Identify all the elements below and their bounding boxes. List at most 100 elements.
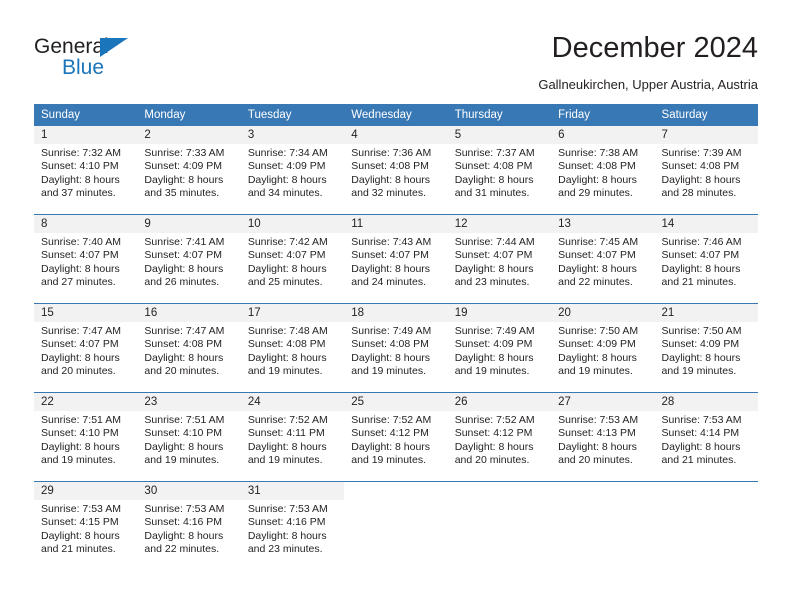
day-cell-content[interactable]: 24 Sunrise: 7:52 AM Sunset: 4:11 PM Dayligh… [240, 393, 345, 482]
sunrise-time: Sunrise: 7:32 AM [41, 147, 121, 159]
sunset-time: Sunset: 4:07 PM [247, 249, 326, 262]
daylight-duration-line1: Daylight: 8 hours [41, 529, 120, 542]
daylight-duration-line1: Daylight: 8 hours [558, 351, 637, 364]
day-cell-content[interactable]: 10 Sunrise: 7:42 AM Sunset: 4:07 PM Dayligh… [240, 215, 345, 304]
day-cell-empty [655, 482, 758, 570]
sunrise-time: Sunrise: 7:53 AM [41, 503, 121, 515]
calendar-day-cell: 28 Sunrise: 7:53 AM Sunset: 4:14 PM Dayligh… [654, 392, 758, 482]
calendar-day-cell: 6 Sunrise: 7:38 AM Sunset: 4:08 PM Daylight… [551, 126, 655, 215]
logo-text-general: General [34, 35, 109, 58]
sunset-time: Sunset: 4:16 PM [144, 516, 223, 529]
sunrise-time: Sunrise: 7:36 AM [351, 147, 432, 159]
day-number: 10 [240, 215, 345, 233]
sunrise-time: Sunrise: 7:53 AM [247, 503, 328, 515]
daylight-duration-line1: Daylight: 8 hours [247, 173, 327, 186]
daylight-duration-line1: Daylight: 8 hours [41, 351, 120, 364]
sunset-time: Sunset: 4:08 PM [661, 160, 740, 173]
day-number: 18 [344, 304, 448, 322]
day-cell-content[interactable]: 29 Sunrise: 7:53 AM Sunset: 4:15 PM Dayligh… [34, 482, 138, 570]
daylight-duration-line2: and 24 minutes. [351, 275, 426, 288]
day-cell-content[interactable]: 22 Sunrise: 7:51 AM Sunset: 4:10 PM Dayligh… [34, 393, 138, 482]
sunset-time: Sunset: 4:08 PM [247, 338, 326, 351]
day-cell-content[interactable]: 8 Sunrise: 7:40 AM Sunset: 4:07 PM Daylight… [34, 215, 138, 304]
day-cell-content[interactable]: 5 Sunrise: 7:37 AM Sunset: 4:08 PM Daylight… [447, 126, 552, 214]
sunrise-time: Sunrise: 7:40 AM [41, 236, 121, 248]
sunrise-time: Sunrise: 7:41 AM [144, 236, 225, 248]
day-cell-content[interactable]: 1 Sunrise: 7:32 AM Sunset: 4:10 PM Daylight… [34, 126, 138, 214]
page-title: December 2024 [551, 32, 758, 64]
daylight-duration-line1: Daylight: 8 hours [661, 440, 741, 453]
day-cell-content[interactable]: 23 Sunrise: 7:51 AM Sunset: 4:10 PM Dayligh… [137, 393, 241, 482]
day-cell-content[interactable]: 13 Sunrise: 7:45 AM Sunset: 4:07 PM Dayligh… [551, 215, 655, 304]
sunrise-time: Sunrise: 7:46 AM [661, 236, 742, 248]
day-number: 15 [34, 304, 138, 322]
calendar-body: 1 Sunrise: 7:32 AM Sunset: 4:10 PM Daylight… [34, 126, 758, 570]
sunset-time: Sunset: 4:09 PM [661, 338, 740, 351]
day-number: 2 [137, 126, 241, 144]
sunset-time: Sunset: 4:07 PM [144, 249, 223, 262]
day-details: Sunrise: 7:47 AM Sunset: 4:08 PM Daylight:… [137, 322, 240, 378]
sunrise-time: Sunrise: 7:50 AM [558, 325, 639, 337]
day-cell-content[interactable]: 11 Sunrise: 7:43 AM Sunset: 4:07 PM Dayligh… [344, 215, 448, 304]
daylight-duration-line2: and 25 minutes. [247, 275, 323, 288]
day-cell-content[interactable]: 21 Sunrise: 7:50 AM Sunset: 4:09 PM Dayligh… [654, 304, 758, 393]
day-cell-content[interactable]: 31 Sunrise: 7:53 AM Sunset: 4:16 PM Dayligh… [240, 482, 345, 570]
generalblue-logo[interactable]: General Blue [34, 36, 194, 88]
weekday-header-thursday: Thursday [447, 104, 552, 126]
daylight-duration-line2: and 21 minutes. [661, 275, 737, 288]
day-cell-content[interactable]: 19 Sunrise: 7:49 AM Sunset: 4:09 PM Dayligh… [447, 304, 552, 393]
sunset-time: Sunset: 4:08 PM [454, 160, 533, 173]
daylight-duration-line2: and 20 minutes. [454, 453, 530, 466]
day-number: 29 [34, 482, 138, 500]
day-cell-content[interactable]: 25 Sunrise: 7:52 AM Sunset: 4:12 PM Dayligh… [344, 393, 448, 482]
day-cell-content[interactable]: 14 Sunrise: 7:46 AM Sunset: 4:07 PM Dayligh… [654, 215, 758, 304]
day-cell-content[interactable]: 2 Sunrise: 7:33 AM Sunset: 4:09 PM Daylight… [137, 126, 241, 214]
daylight-duration-line2: and 37 minutes. [41, 186, 116, 199]
day-cell-content[interactable]: 28 Sunrise: 7:53 AM Sunset: 4:14 PM Dayligh… [654, 393, 758, 482]
day-cell-content[interactable]: 17 Sunrise: 7:48 AM Sunset: 4:08 PM Dayligh… [240, 304, 345, 393]
day-cell-content[interactable]: 16 Sunrise: 7:47 AM Sunset: 4:08 PM Dayligh… [137, 304, 241, 393]
triangle-icon [100, 38, 128, 57]
day-cell-content[interactable]: 15 Sunrise: 7:47 AM Sunset: 4:07 PM Dayligh… [34, 304, 138, 393]
weekday-header-friday: Friday [551, 104, 655, 126]
sunrise-time: Sunrise: 7:38 AM [558, 147, 639, 159]
weekday-header-sunday: Sunday [34, 104, 138, 126]
weekday-header-saturday: Saturday [654, 104, 758, 126]
day-number: 3 [240, 126, 345, 144]
day-cell-content[interactable]: 9 Sunrise: 7:41 AM Sunset: 4:07 PM Daylight… [137, 215, 241, 304]
daylight-duration-line1: Daylight: 8 hours [144, 351, 224, 364]
sunset-time: Sunset: 4:08 PM [351, 338, 429, 351]
day-cell-content[interactable]: 12 Sunrise: 7:44 AM Sunset: 4:07 PM Dayligh… [447, 215, 552, 304]
sunset-time: Sunset: 4:10 PM [41, 160, 119, 173]
sunrise-time: Sunrise: 7:39 AM [661, 147, 742, 159]
day-cell-content[interactable]: 18 Sunrise: 7:49 AM Sunset: 4:08 PM Dayligh… [344, 304, 448, 393]
day-number: 21 [654, 304, 758, 322]
day-cell-content[interactable]: 7 Sunrise: 7:39 AM Sunset: 4:08 PM Daylight… [654, 126, 758, 214]
daylight-duration-line2: and 22 minutes. [558, 275, 633, 288]
calendar-day-cell: 30 Sunrise: 7:53 AM Sunset: 4:16 PM Dayligh… [137, 481, 241, 570]
sunset-time: Sunset: 4:16 PM [247, 516, 326, 529]
daylight-duration-line2: and 34 minutes. [247, 186, 323, 199]
daylight-duration-line2: and 35 minutes. [144, 186, 220, 199]
day-number: 14 [654, 215, 758, 233]
day-cell-content[interactable]: 30 Sunrise: 7:53 AM Sunset: 4:16 PM Dayligh… [137, 482, 241, 570]
day-cell-content[interactable]: 26 Sunrise: 7:52 AM Sunset: 4:12 PM Dayligh… [447, 393, 552, 482]
daylight-duration-line2: and 19 minutes. [454, 364, 530, 377]
daylight-duration-line2: and 19 minutes. [247, 364, 323, 377]
calendar-day-cell: 17 Sunrise: 7:48 AM Sunset: 4:08 PM Dayligh… [240, 303, 345, 393]
calendar-day-cell: 7 Sunrise: 7:39 AM Sunset: 4:08 PM Daylight… [654, 126, 758, 215]
day-cell-content[interactable]: 27 Sunrise: 7:53 AM Sunset: 4:13 PM Dayligh… [551, 393, 655, 482]
day-cell-content[interactable]: 6 Sunrise: 7:38 AM Sunset: 4:08 PM Daylight… [551, 126, 655, 214]
daylight-duration-line2: and 19 minutes. [351, 364, 426, 377]
day-cell-content[interactable]: 4 Sunrise: 7:36 AM Sunset: 4:08 PM Daylight… [344, 126, 448, 214]
sunset-time: Sunset: 4:07 PM [41, 338, 119, 351]
day-cell-content[interactable]: 3 Sunrise: 7:34 AM Sunset: 4:09 PM Daylight… [240, 126, 345, 214]
day-number: 24 [240, 393, 345, 411]
daylight-duration-line1: Daylight: 8 hours [454, 262, 534, 275]
day-cell-content[interactable]: 20 Sunrise: 7:50 AM Sunset: 4:09 PM Dayligh… [551, 304, 655, 393]
page-subtitle: Gallneukirchen, Upper Austria, Austria [538, 77, 758, 92]
calendar-week-row: 8 Sunrise: 7:40 AM Sunset: 4:07 PM Daylight… [34, 214, 758, 304]
calendar-day-cell: 21 Sunrise: 7:50 AM Sunset: 4:09 PM Dayligh… [654, 303, 758, 393]
daylight-duration-line1: Daylight: 8 hours [661, 262, 741, 275]
day-details: Sunrise: 7:41 AM Sunset: 4:07 PM Daylight:… [137, 233, 240, 289]
